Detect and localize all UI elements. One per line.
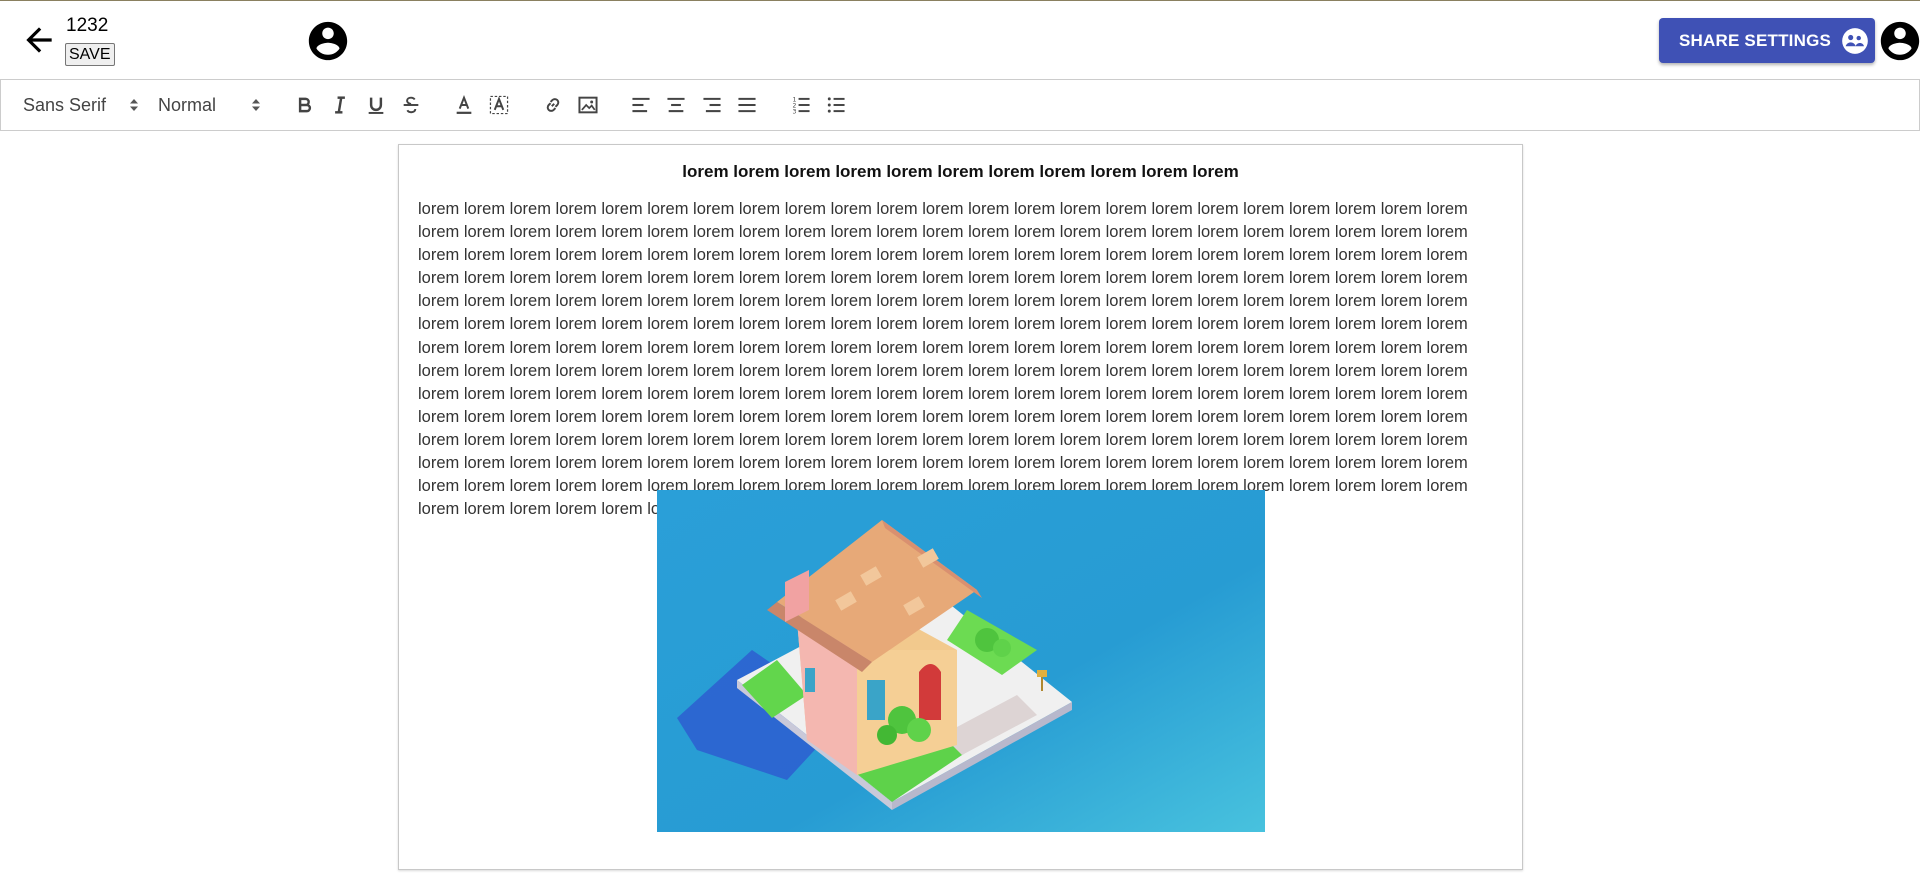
isometric-house-illustration [657, 490, 1265, 832]
bullet-list-button[interactable] [823, 93, 849, 117]
link-icon [546, 98, 560, 112]
italic-icon [335, 96, 345, 114]
select-arrows-icon [252, 99, 260, 111]
select-arrows-icon [130, 99, 138, 111]
align-left-icon [632, 97, 650, 113]
insert-link-button[interactable] [540, 93, 566, 117]
account-circle-icon[interactable] [305, 18, 351, 64]
save-button[interactable]: SAVE [65, 43, 115, 66]
document-id: 1232 [66, 15, 109, 36]
align-center-icon [667, 97, 685, 113]
font-size-value: Normal [158, 94, 217, 115]
share-settings-button[interactable]: SHARE SETTINGS [1659, 18, 1875, 63]
underline-icon [368, 97, 384, 114]
text-color-icon [456, 94, 472, 114]
bullet-list-icon [827, 97, 845, 113]
account-circle-icon[interactable] [1877, 18, 1920, 64]
align-right-button[interactable] [699, 93, 725, 117]
document-page[interactable]: lorem lorem lorem lorem lorem lorem lore… [398, 144, 1523, 870]
highlight-icon [489, 95, 509, 115]
underline-button[interactable] [363, 93, 389, 117]
ordered-list-button[interactable]: 123 [788, 93, 814, 117]
svg-text:3: 3 [792, 109, 796, 116]
font-family-picker[interactable]: Sans Serif [23, 80, 143, 130]
italic-button[interactable] [327, 93, 353, 117]
image-icon [578, 96, 598, 114]
bold-icon [298, 97, 312, 113]
share-settings-label: SHARE SETTINGS [1679, 30, 1832, 50]
editor-toolbar: Sans Serif Normal 1 2 3 [0, 79, 1920, 131]
back-button[interactable] [18, 19, 60, 61]
strikethrough-icon [403, 96, 419, 114]
text-color-button[interactable] [451, 93, 477, 117]
align-right-icon [703, 97, 721, 113]
group-settings-icon [1842, 27, 1868, 54]
house-image[interactable] [657, 490, 1265, 832]
document-body[interactable]: lorem lorem lorem lorem lorem lorem lore… [418, 198, 1506, 521]
align-justify-button[interactable] [734, 93, 760, 117]
app-header: 1232 SAVE SHARE SETTINGS [0, 1, 1920, 79]
align-justify-icon [738, 97, 756, 113]
insert-image-button[interactable] [575, 93, 601, 117]
bold-button[interactable] [292, 93, 318, 117]
arrow-back-icon [26, 27, 52, 53]
align-left-button[interactable] [628, 93, 654, 117]
strikethrough-button[interactable] [398, 93, 424, 117]
font-family-value: Sans Serif [23, 94, 107, 115]
document-title[interactable]: lorem lorem lorem lorem lorem lorem lore… [399, 162, 1522, 182]
background-color-button[interactable] [486, 93, 512, 117]
font-size-picker[interactable]: Normal [158, 80, 268, 130]
align-center-button[interactable] [663, 93, 689, 117]
ordered-list-icon: 123 [792, 96, 810, 116]
